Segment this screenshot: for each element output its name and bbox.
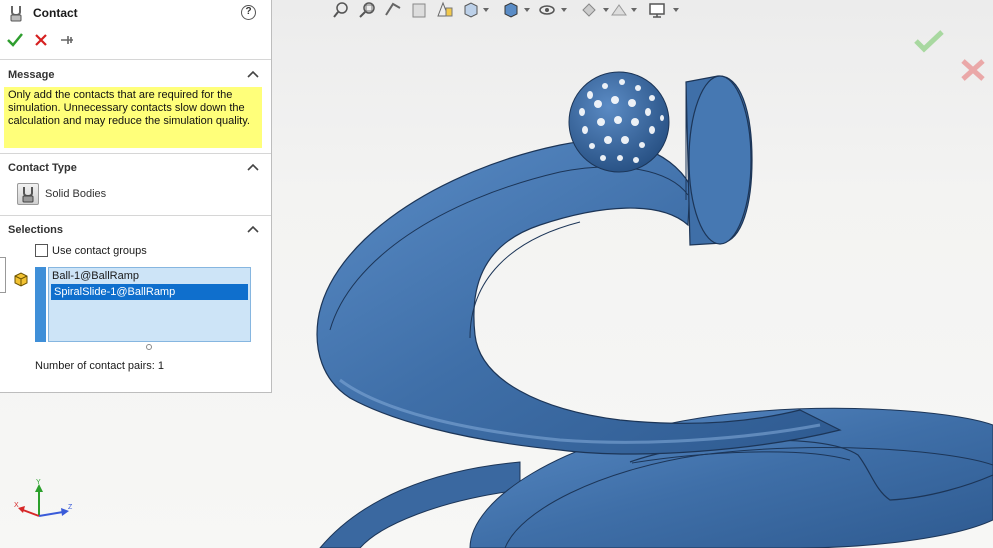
previous-view-icon[interactable] (383, 0, 403, 20)
contact-icon (10, 6, 22, 22)
ball-model[interactable] (568, 71, 670, 173)
chevron-down-icon[interactable] (673, 8, 679, 12)
panel-header: Contact ? (0, 0, 271, 26)
list-resize-handle[interactable] (146, 344, 152, 350)
contact-property-manager: Contact ? Message Only add the contacts … (0, 0, 272, 393)
triad-z-label: Z (68, 504, 73, 511)
action-buttons (0, 30, 271, 50)
selection-list[interactable]: Ball-1@BallRamp SpiralSlide-1@BallRamp (48, 267, 251, 342)
zoom-to-area-icon[interactable] (357, 0, 377, 20)
edit-appearance-icon[interactable] (579, 0, 599, 20)
active-selection-indicator (35, 267, 46, 342)
divider (0, 153, 271, 154)
confirm-cancel-icon[interactable] (960, 58, 986, 82)
triad-x-label: X (14, 502, 19, 509)
zoom-to-fit-icon[interactable] (331, 0, 351, 20)
section-title-contact-type: Contact Type (8, 162, 77, 174)
component-selection-icon (14, 272, 28, 287)
list-item[interactable]: SpiralSlide-1@BallRamp (51, 284, 248, 300)
apply-scene-icon[interactable] (609, 0, 629, 20)
display-style-icon[interactable] (501, 0, 521, 20)
chevron-down-icon[interactable] (524, 8, 530, 12)
heads-up-view-toolbar (331, 0, 691, 22)
ok-check-icon[interactable] (5, 30, 25, 50)
collapse-chevron-icon[interactable] (247, 224, 259, 234)
hide-show-items-icon[interactable] (537, 0, 557, 20)
collapse-chevron-icon[interactable] (247, 162, 259, 172)
use-contact-groups-label: Use contact groups (52, 245, 147, 257)
view-orientation-icon[interactable] (461, 0, 481, 20)
message-text: Only add the contacts that are required … (4, 87, 262, 148)
section-view-icon[interactable] (409, 0, 429, 20)
chevron-down-icon[interactable] (483, 8, 489, 12)
reference-triad: Y X Z (14, 479, 73, 517)
contact-pairs-count: Number of contact pairs: 1 (35, 360, 165, 372)
list-item[interactable]: Ball-1@BallRamp (49, 268, 250, 284)
chevron-down-icon[interactable] (631, 8, 637, 12)
collapse-chevron-icon[interactable] (247, 69, 259, 79)
chevron-down-icon[interactable] (561, 8, 567, 12)
solid-bodies-icon[interactable] (17, 183, 39, 205)
divider (0, 59, 271, 60)
divider (0, 215, 271, 216)
help-button[interactable]: ? (241, 5, 256, 20)
confirm-ok-icon[interactable] (913, 29, 945, 53)
panel-title: Contact (33, 6, 78, 20)
triad-y-label: Y (36, 479, 41, 486)
use-contact-groups-checkbox[interactable] (35, 244, 48, 257)
selection-side-tab[interactable] (0, 257, 6, 293)
contact-type-label: Solid Bodies (45, 188, 107, 200)
section-title-selections: Selections (8, 224, 64, 236)
view-settings-icon[interactable] (647, 0, 667, 20)
cancel-x-icon[interactable] (31, 30, 51, 50)
pushpin-icon[interactable] (57, 30, 77, 50)
dynamic-annotation-icon[interactable] (435, 0, 455, 20)
section-title-message: Message (8, 69, 55, 81)
